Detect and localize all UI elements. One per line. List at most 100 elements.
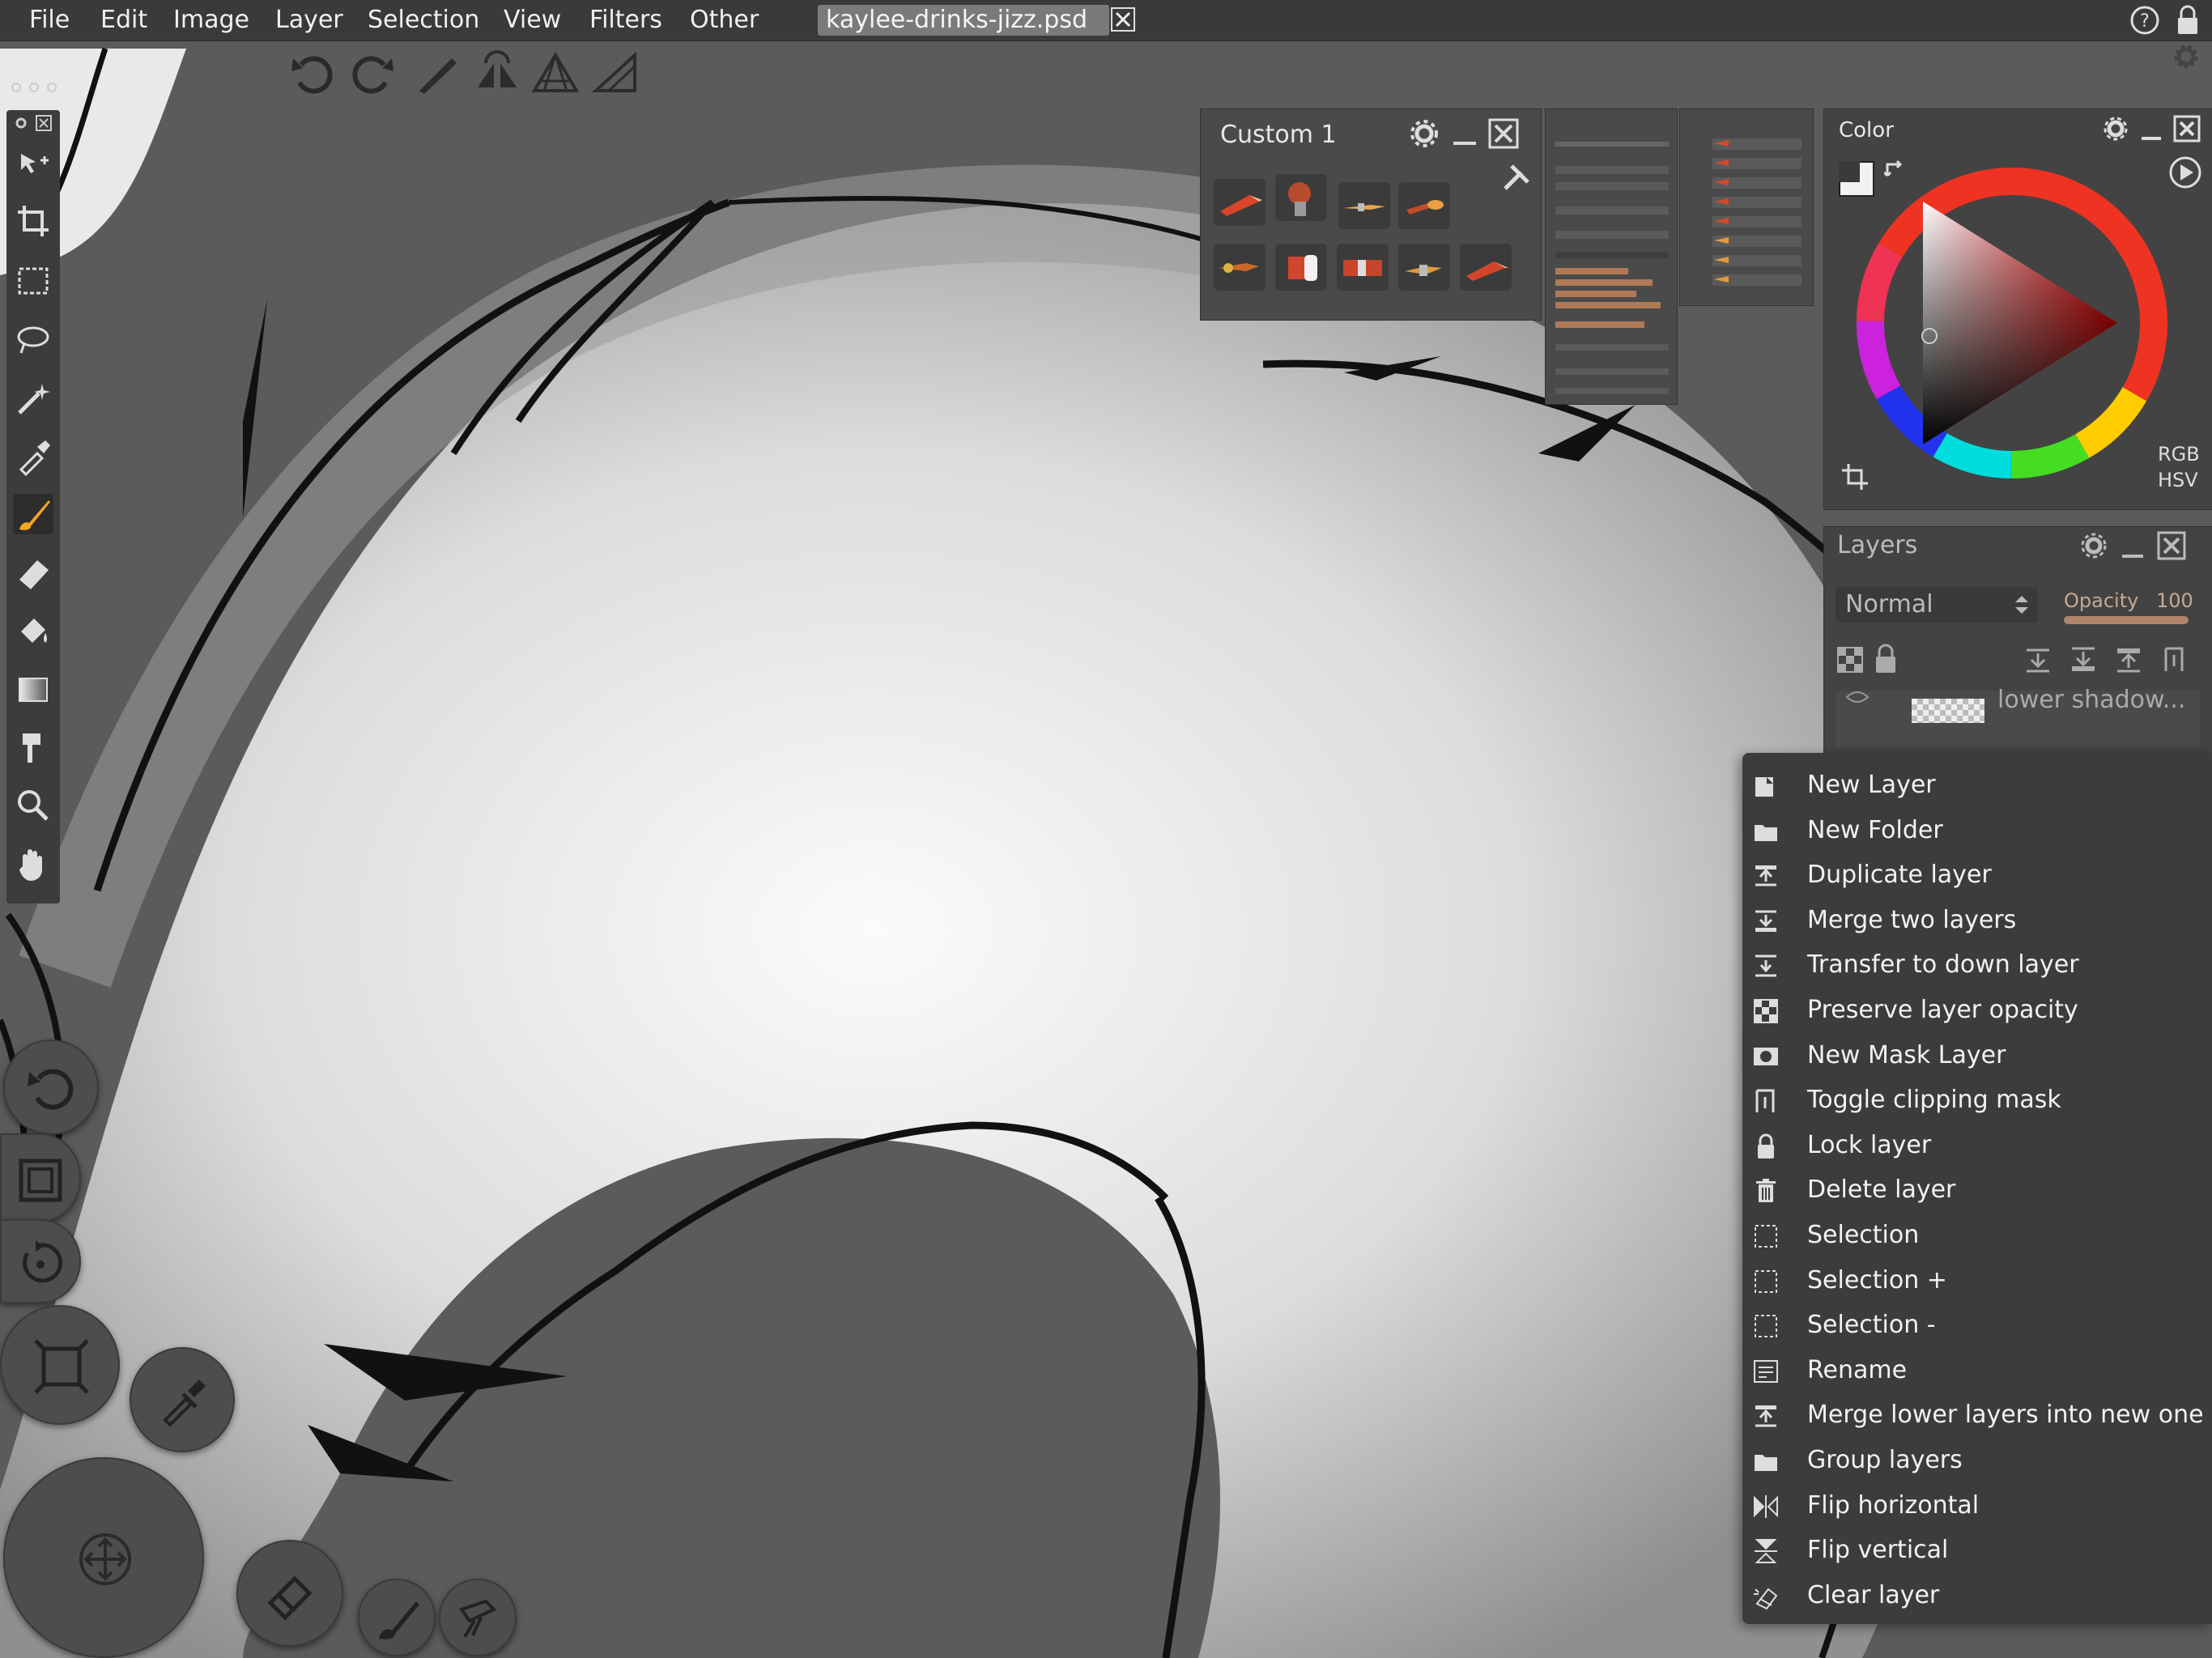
- document-tab[interactable]: kaylee-drinks-jizz.psd: [818, 5, 1109, 36]
- layers-close-icon[interactable]: [2156, 530, 2187, 561]
- eraser-tool-icon[interactable]: [13, 552, 53, 593]
- crop-tool-icon[interactable]: [13, 201, 53, 241]
- zoom-tool-icon[interactable]: [13, 785, 53, 826]
- brush-preset[interactable]: [1338, 182, 1390, 229]
- perspective-icon[interactable]: [531, 50, 580, 96]
- brush-preset[interactable]: [1275, 174, 1327, 221]
- context-menu-item[interactable]: Flip horizontal: [1742, 1483, 2212, 1528]
- menu-filters[interactable]: Filters: [589, 0, 662, 40]
- layer-visibility-icon[interactable]: [1845, 691, 1870, 707]
- context-menu-item[interactable]: Duplicate layer: [1742, 852, 2212, 897]
- brush-preset[interactable]: [1398, 244, 1450, 291]
- context-menu-item[interactable]: Selection +: [1742, 1258, 2212, 1303]
- context-menu-item[interactable]: Rename: [1742, 1348, 2212, 1392]
- toolbox-close-icon[interactable]: [36, 115, 52, 131]
- quick-layer-button[interactable]: [0, 1133, 81, 1222]
- context-menu-item[interactable]: Merge two layers: [1742, 898, 2212, 942]
- folder-icon: [1755, 1455, 1777, 1471]
- symmetry-icon[interactable]: [473, 50, 521, 96]
- brush-tool-icon[interactable]: [13, 494, 53, 534]
- context-menu-item[interactable]: Delete layer: [1742, 1167, 2212, 1212]
- quick-smudge-button[interactable]: [439, 1579, 517, 1656]
- more-icon[interactable]: [10, 79, 58, 96]
- hand-tool-icon[interactable]: [13, 844, 53, 884]
- settings-gear-icon[interactable]: [2172, 42, 2201, 71]
- context-menu-item[interactable]: Selection -: [1742, 1303, 2212, 1347]
- context-menu-item[interactable]: Transfer to down layer: [1742, 942, 2212, 987]
- context-menu-item[interactable]: Lock layer: [1742, 1123, 2212, 1167]
- preserve-opacity-icon[interactable]: [1836, 645, 1865, 674]
- layer-lock-icon[interactable]: [1873, 644, 1899, 674]
- quick-brush-button[interactable]: [358, 1579, 436, 1656]
- context-menu-item[interactable]: Preserve layer opacity: [1742, 988, 2212, 1032]
- menu-view[interactable]: View: [504, 0, 561, 40]
- document-close-icon[interactable]: [1111, 7, 1135, 32]
- brush-preset[interactable]: [1214, 179, 1266, 226]
- undo-icon[interactable]: [288, 49, 338, 99]
- context-menu-item[interactable]: Merge lower layers into new one: [1742, 1392, 2212, 1437]
- quick-move-button[interactable]: [3, 1457, 204, 1658]
- color-mode-rgb[interactable]: RGB: [2158, 441, 2200, 467]
- context-menu-item-label: Duplicate layer: [1807, 861, 1992, 890]
- duplicate-layer-icon[interactable]: [2114, 645, 2143, 674]
- brush-palette-tools-icon[interactable]: [1500, 161, 1533, 193]
- color-panel-minimize-icon[interactable]: [2137, 114, 2166, 143]
- quick-eraser-button[interactable]: [236, 1540, 343, 1647]
- brush-palette-close-icon[interactable]: [1487, 117, 1520, 150]
- menu-file[interactable]: File: [29, 0, 70, 40]
- smudge-tool-icon[interactable]: [13, 727, 53, 767]
- color-panel-close-icon[interactable]: [2172, 114, 2201, 143]
- context-menu-item[interactable]: New Folder: [1742, 808, 2212, 852]
- menu-image[interactable]: Image: [173, 0, 249, 40]
- clipping-mask-icon[interactable]: [2161, 645, 2190, 674]
- menu-selection[interactable]: Selection: [368, 0, 479, 40]
- merge-down-icon[interactable]: [2023, 645, 2052, 674]
- color-mode-hsv[interactable]: HSV: [2158, 467, 2198, 493]
- context-menu-item[interactable]: Clear layer: [1742, 1573, 2212, 1618]
- color-crop-icon[interactable]: [1840, 462, 1870, 491]
- brush-preset[interactable]: [1398, 182, 1450, 229]
- mask-icon: [1754, 1047, 1778, 1065]
- layers-minimize-icon[interactable]: [2117, 530, 2148, 561]
- brush-preset[interactable]: [1337, 244, 1389, 291]
- merge-layers-icon[interactable]: [2069, 645, 2098, 674]
- help-icon[interactable]: ?: [2129, 5, 2160, 36]
- magic-wand-tool-icon[interactable]: [13, 377, 53, 418]
- selection-icon: [1755, 1225, 1777, 1248]
- brush-palette-gear-icon[interactable]: [1408, 117, 1440, 150]
- quick-transform-button[interactable]: [0, 1305, 120, 1425]
- menu-edit[interactable]: Edit: [100, 0, 147, 40]
- quick-undo-button[interactable]: [3, 1039, 99, 1135]
- brush-preset[interactable]: [1275, 244, 1327, 291]
- brush-palette-minimize-icon[interactable]: [1448, 117, 1481, 150]
- gradient-tool-icon[interactable]: [13, 669, 53, 709]
- menu-other[interactable]: Other: [690, 0, 759, 40]
- menu-layer[interactable]: Layer: [275, 0, 343, 40]
- quick-eyedropper-button[interactable]: [130, 1347, 235, 1452]
- redo-icon[interactable]: [347, 49, 397, 99]
- context-menu-item[interactable]: New Mask Layer: [1742, 1033, 2212, 1078]
- color-wheel[interactable]: [1850, 161, 2174, 485]
- eyedropper-tool-icon[interactable]: [13, 436, 53, 476]
- context-menu-item[interactable]: New Layer: [1742, 763, 2212, 807]
- fill-bucket-tool-icon[interactable]: [13, 610, 53, 651]
- layers-gear-icon[interactable]: [2078, 530, 2109, 561]
- rect-select-tool-icon[interactable]: [13, 261, 53, 301]
- brush-preset[interactable]: [1214, 244, 1266, 291]
- context-menu-item[interactable]: Selection: [1742, 1213, 2212, 1257]
- context-menu-item[interactable]: Flip vertical: [1742, 1528, 2212, 1572]
- opacity-slider[interactable]: [2064, 616, 2189, 624]
- lasso-tool-icon[interactable]: [13, 319, 53, 359]
- brush-preset[interactable]: [1460, 244, 1512, 291]
- color-panel-gear-icon[interactable]: [2101, 114, 2130, 143]
- blend-mode-select[interactable]: Normal: [1836, 587, 2038, 623]
- toolbox-gear-icon[interactable]: [13, 115, 29, 131]
- context-menu-item[interactable]: Group layers: [1742, 1438, 2212, 1482]
- layer-row[interactable]: lower shadow...: [1836, 686, 2200, 747]
- brush-stroke-icon[interactable]: [415, 50, 460, 96]
- ruler-icon[interactable]: [591, 50, 640, 96]
- lock-icon[interactable]: [2175, 5, 2201, 36]
- quick-rotate-button[interactable]: [0, 1219, 81, 1303]
- context-menu-item[interactable]: Toggle clipping mask: [1742, 1078, 2212, 1122]
- move-tool-icon[interactable]: [13, 142, 53, 183]
